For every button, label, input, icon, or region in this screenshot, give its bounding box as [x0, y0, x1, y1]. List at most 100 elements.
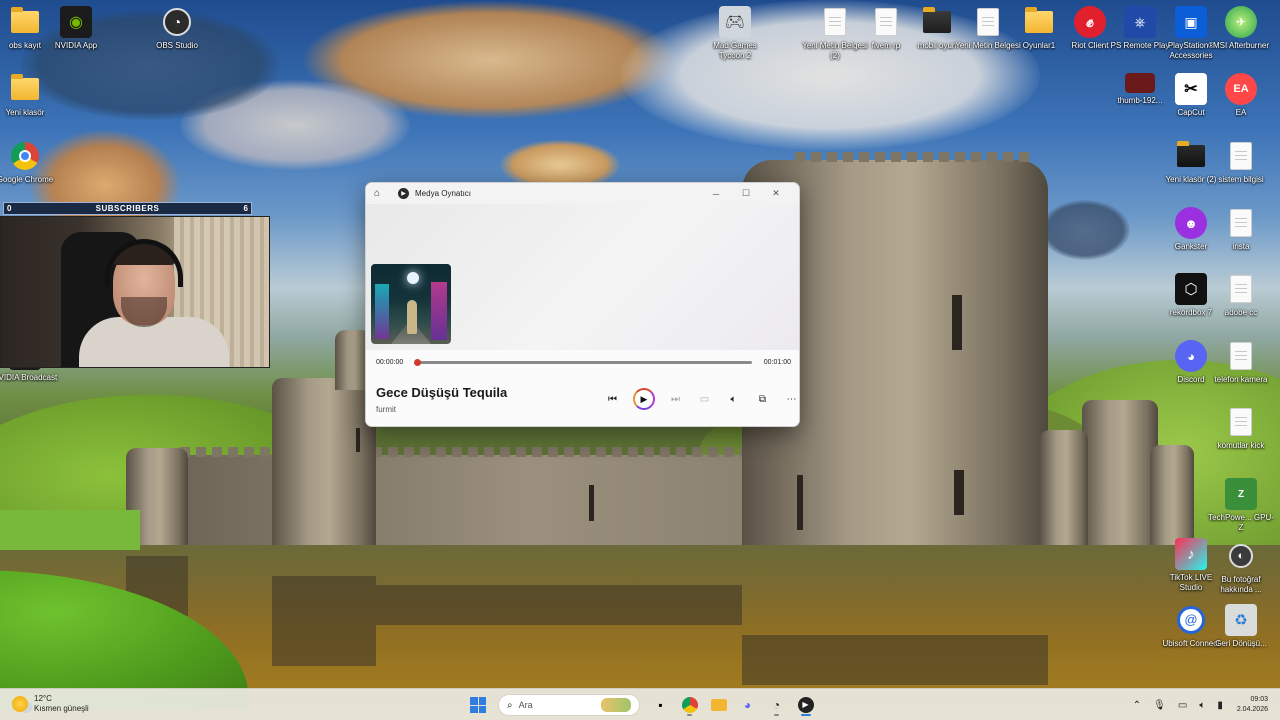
album-art[interactable]: [371, 264, 451, 344]
play-button[interactable]: ▶: [633, 388, 655, 410]
desktop-icon-mad-games-tycoon[interactable]: 🎮︎ Mad Games Tycoon 2: [702, 6, 768, 61]
weather-temp: 12°C: [34, 694, 52, 703]
desktop-icon-google-chrome[interactable]: Google Chrome: [0, 140, 58, 185]
weather-desc: Kısmen güneşli: [34, 704, 89, 713]
speaker-icon[interactable]: 🔈︎: [1199, 700, 1205, 711]
current-time: 00:00:00: [376, 358, 404, 366]
artist-name[interactable]: furmit: [376, 405, 396, 414]
subscribers-right-count: 6: [243, 204, 248, 213]
recycle-bin-icon: ♻: [1225, 604, 1257, 636]
next-icon[interactable]: ⏭︎: [661, 388, 690, 410]
nvidia-icon: ◉: [60, 6, 92, 38]
gpuz-icon: Z: [1225, 478, 1257, 510]
desktop-icon-yeni-klasor[interactable]: Yeni klasör: [0, 73, 58, 118]
taskbar-discord-icon[interactable]: ◕: [733, 693, 762, 717]
taskbar-search[interactable]: ⌕ Ara: [498, 694, 640, 716]
desktop-icon-recycle-bin[interactable]: ♻ Geri Dönüşü...: [1208, 604, 1274, 649]
desktop-icon-obs-studio[interactable]: ◔ OBS Studio: [144, 6, 210, 51]
text-document-icon: [819, 6, 851, 38]
battery-icon[interactable]: ▮: [1217, 700, 1223, 711]
clock[interactable]: 09:03 2.04.2026: [1237, 695, 1268, 715]
gamepad-icon: 🎮︎: [719, 6, 751, 38]
miniplayer-icon[interactable]: ⧉: [748, 388, 777, 410]
song-title: Gece Düşüşü Tequila: [376, 385, 508, 400]
taskbar-media-player-icon[interactable]: ▶: [791, 693, 820, 717]
desktop-icon-nvidia-app[interactable]: ◉ NVIDIA App: [43, 6, 109, 51]
microphone-icon[interactable]: 🎙︎: [1153, 700, 1166, 711]
text-document-icon: [1225, 273, 1257, 305]
obs-icon: ◔: [161, 6, 193, 38]
search-placeholder: Ara: [518, 700, 533, 710]
now-playing-area: [366, 204, 799, 350]
chrome-icon: [9, 140, 41, 172]
folder-icon: [921, 6, 953, 38]
maximize-button[interactable]: ☐: [731, 188, 761, 199]
capcut-icon: ✂︎: [1175, 73, 1207, 105]
show-hidden-icons-icon[interactable]: ⌃: [1133, 700, 1141, 711]
media-player-app-icon: ▶: [398, 188, 409, 199]
riot-icon: ✊︎: [1074, 6, 1106, 38]
taskbar: 12°C Kısmen güneşli ⌕ Ara ▪ ◕ ◔ ▶ ⌃ 🎙︎ ▭…: [0, 688, 1280, 720]
system-tray: ⌃ 🎙︎ ▭ 🔈︎ ▮ 09:03 2.04.2026: [1121, 693, 1268, 717]
desktop-icon-insta[interactable]: insta: [1208, 207, 1274, 252]
rekordbox-icon: ⬡: [1175, 273, 1207, 305]
discord-icon: ◕: [1175, 340, 1207, 372]
subtitles-icon[interactable]: ▭: [690, 388, 719, 410]
close-button[interactable]: ✕: [761, 188, 791, 199]
tiktok-icon: ♪: [1175, 538, 1207, 570]
minimize-button[interactable]: ─: [701, 189, 731, 199]
play-icon: ▶: [640, 393, 648, 404]
camera-info-icon: ◐: [1225, 540, 1257, 572]
clock-date: 2.04.2026: [1236, 706, 1268, 713]
volume-icon[interactable]: 🔈︎: [719, 388, 748, 410]
search-highlight-icon: [601, 698, 631, 712]
clock-time: 09:03: [1250, 696, 1268, 703]
start-button[interactable]: [470, 697, 486, 713]
more-icon[interactable]: ⋯: [777, 388, 799, 410]
image-thumbnail-icon: [1125, 73, 1155, 93]
previous-icon[interactable]: ⏮︎: [598, 388, 627, 410]
text-document-icon: [870, 6, 902, 38]
ea-icon: EA: [1225, 73, 1257, 105]
taskbar-obs-icon[interactable]: ◔: [762, 693, 791, 717]
text-document-icon: [972, 6, 1004, 38]
ps-remote-icon: ⎈: [1124, 6, 1156, 38]
text-document-icon: [1225, 207, 1257, 239]
playback-controls: ⏮︎ ▶ ⏭︎ ▭ 🔈︎ ⧉ ⋯: [598, 388, 799, 410]
subscribers-left-count: 0: [7, 204, 12, 213]
task-view-icon[interactable]: ▪: [646, 693, 675, 717]
desktop-icon-msi-afterburner[interactable]: ✈︎ MSI Afterburner: [1208, 6, 1274, 51]
desktop-icon-bu-fotograf[interactable]: ◐ Bu fotoğraf hakkında ...: [1208, 540, 1274, 595]
partly-sunny-icon: [12, 696, 28, 712]
title-bar[interactable]: ⌂ ▶ Medya Oynatıcı ─ ☐ ✕: [366, 183, 799, 204]
desktop-icon-telefon-kamera[interactable]: telefon kamera: [1208, 340, 1274, 385]
weather-widget[interactable]: 12°C Kısmen güneşli: [12, 694, 89, 714]
total-time: 00:01:00: [763, 358, 791, 366]
ubisoft-icon: @: [1175, 604, 1207, 636]
window-title: Medya Oynatıcı: [415, 189, 472, 198]
text-document-icon: [1225, 340, 1257, 372]
webcam-feed: [0, 216, 270, 368]
taskbar-chrome-icon[interactable]: [675, 693, 704, 717]
media-player-window[interactable]: ⌂ ▶ Medya Oynatıcı ─ ☐ ✕ 00:00:00 00:01:…: [365, 182, 800, 427]
gankster-icon: ☻: [1175, 207, 1207, 239]
subscribers-label: SUBSCRIBERS: [95, 204, 160, 213]
file-explorer-icon[interactable]: [704, 693, 733, 717]
folder-icon: [1175, 140, 1207, 172]
desktop-icon-gpu-z[interactable]: Z TechPowe... GPU-Z: [1208, 478, 1274, 533]
playstation-icon: ▣: [1175, 6, 1207, 38]
seek-thumb[interactable]: [414, 358, 422, 366]
network-icon[interactable]: ▭: [1178, 700, 1187, 711]
subscribers-overlay: 0 SUBSCRIBERS 6: [3, 202, 252, 215]
afterburner-icon: ✈︎: [1225, 6, 1257, 38]
home-icon[interactable]: ⌂: [374, 188, 388, 199]
folder-icon: [9, 6, 41, 38]
text-document-icon: [1225, 140, 1257, 172]
seek-bar[interactable]: [414, 358, 752, 366]
desktop-icon-ea[interactable]: EA EA: [1208, 73, 1274, 118]
desktop-icon-komutlar-kick[interactable]: komutlar kick: [1208, 406, 1274, 451]
desktop-icon-sistem-bilgisi[interactable]: sistem bilgisi: [1208, 140, 1274, 185]
folder-icon: [9, 73, 41, 105]
desktop-icon-adobe-cc[interactable]: adobe cc: [1208, 273, 1274, 318]
text-document-icon: [1225, 406, 1257, 438]
